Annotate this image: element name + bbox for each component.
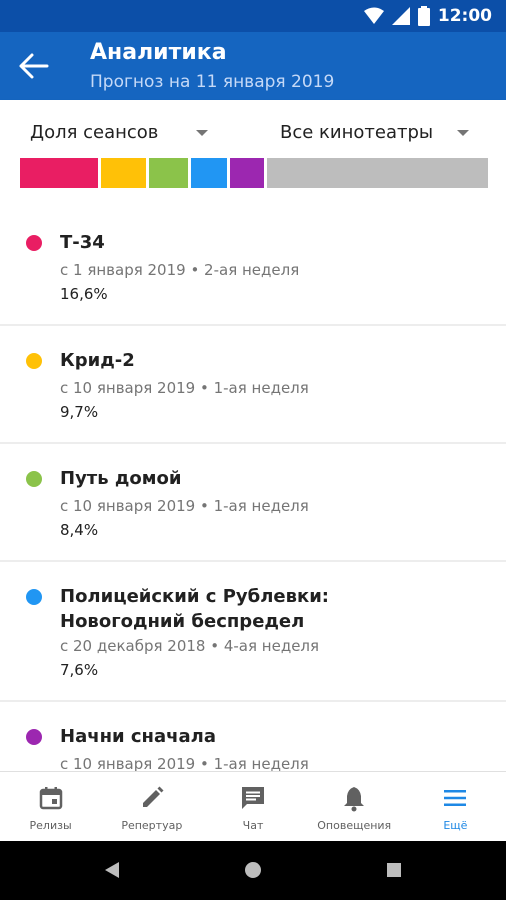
share-segment [149, 158, 189, 188]
nav-more[interactable]: Ещё [405, 772, 506, 841]
color-dot [26, 589, 42, 605]
status-icons: 12:00 [363, 6, 492, 26]
nav-label: Ещё [443, 819, 468, 832]
status-time: 12:00 [437, 6, 492, 26]
nav-chat[interactable]: Чат [202, 772, 303, 841]
list-item[interactable]: Путь домой с 10 января 2019 • 1-ая недел… [0, 444, 506, 562]
metric-dropdown[interactable]: Доля сеансов [30, 122, 209, 143]
chevron-down-icon [457, 129, 470, 136]
cinemas-dropdown[interactable]: Все кинотеатры [280, 122, 470, 143]
nav-label: Релизы [29, 819, 72, 832]
list-item[interactable]: Т-34 с 1 января 2019 • 2-ая неделя 16,6% [0, 208, 506, 326]
nav-label: Чат [242, 819, 264, 832]
filters-panel: Доля сеансов Все кинотеатры [0, 100, 506, 208]
menu-icon [444, 790, 467, 806]
app-bar: Аналитика Прогноз на 11 января 2019 [0, 32, 506, 100]
color-dot [26, 471, 42, 487]
calendar-icon [39, 787, 62, 810]
share-segment [229, 158, 264, 188]
item-title: Крид-2 [60, 350, 135, 371]
page-subtitle: Прогноз на 11 января 2019 [90, 72, 335, 92]
list-item[interactable]: Крид-2 с 10 января 2019 • 1-ая неделя 9,… [0, 326, 506, 444]
item-value: 7,6% [60, 661, 99, 679]
color-dot [26, 235, 42, 251]
share-segment [191, 158, 227, 188]
battery-icon [417, 6, 430, 26]
pencil-icon [142, 786, 164, 807]
item-value: 16,6% [60, 285, 108, 303]
item-value: 8,4% [60, 521, 99, 539]
movie-list: Т-34 с 1 января 2019 • 2-ая неделя 16,6%… [0, 208, 506, 771]
item-title: Начни сначала [60, 726, 216, 747]
item-meta: с 1 января 2019 • 2-ая неделя [60, 261, 300, 279]
chevron-down-icon [196, 129, 209, 136]
list-item[interactable]: Начни сначала с 10 января 2019 • 1-ая не… [0, 702, 506, 771]
nav-releases[interactable]: Релизы [0, 772, 101, 841]
chat-icon [242, 787, 264, 809]
nav-notifications[interactable]: Оповещения [304, 772, 405, 841]
status-bar: 12:00 [0, 0, 506, 32]
item-value: 9,7% [60, 403, 99, 421]
list-item[interactable]: Полицейский с Рублевки: Новогодний беспр… [0, 562, 506, 702]
nav-label: Оповещения [317, 819, 392, 832]
back-arrow-icon[interactable] [18, 52, 50, 80]
bottom-nav: Релизы Репертуар Чат Оповещения Ещё [0, 771, 506, 841]
nav-repertoire[interactable]: Репертуар [101, 772, 202, 841]
back-triangle-icon[interactable] [104, 861, 120, 879]
home-circle-icon[interactable] [244, 861, 262, 879]
wifi-icon [363, 7, 384, 24]
color-dot [26, 729, 42, 745]
item-title: Полицейский с Рублевки: Новогодний беспр… [60, 586, 330, 632]
share-segment [20, 158, 98, 188]
page-title: Аналитика [90, 40, 227, 65]
signal-icon [391, 7, 410, 25]
system-nav-bar [0, 841, 506, 900]
metric-dropdown-label: Доля сеансов [30, 122, 159, 143]
nav-label: Репертуар [121, 819, 183, 832]
color-dot [26, 353, 42, 369]
share-bar [20, 158, 488, 188]
item-meta: с 20 декабря 2018 • 4-ая неделя [60, 637, 320, 655]
bell-icon [344, 787, 365, 812]
item-meta: с 10 января 2019 • 1-ая неделя [60, 755, 309, 771]
item-meta: с 10 января 2019 • 1-ая неделя [60, 379, 309, 397]
share-segment [266, 158, 488, 188]
cinemas-dropdown-label: Все кинотеатры [280, 122, 434, 143]
recents-square-icon[interactable] [386, 862, 402, 878]
item-title: Т-34 [60, 232, 105, 253]
item-title: Путь домой [60, 468, 182, 489]
item-meta: с 10 января 2019 • 1-ая неделя [60, 497, 309, 515]
share-segment [100, 158, 147, 188]
